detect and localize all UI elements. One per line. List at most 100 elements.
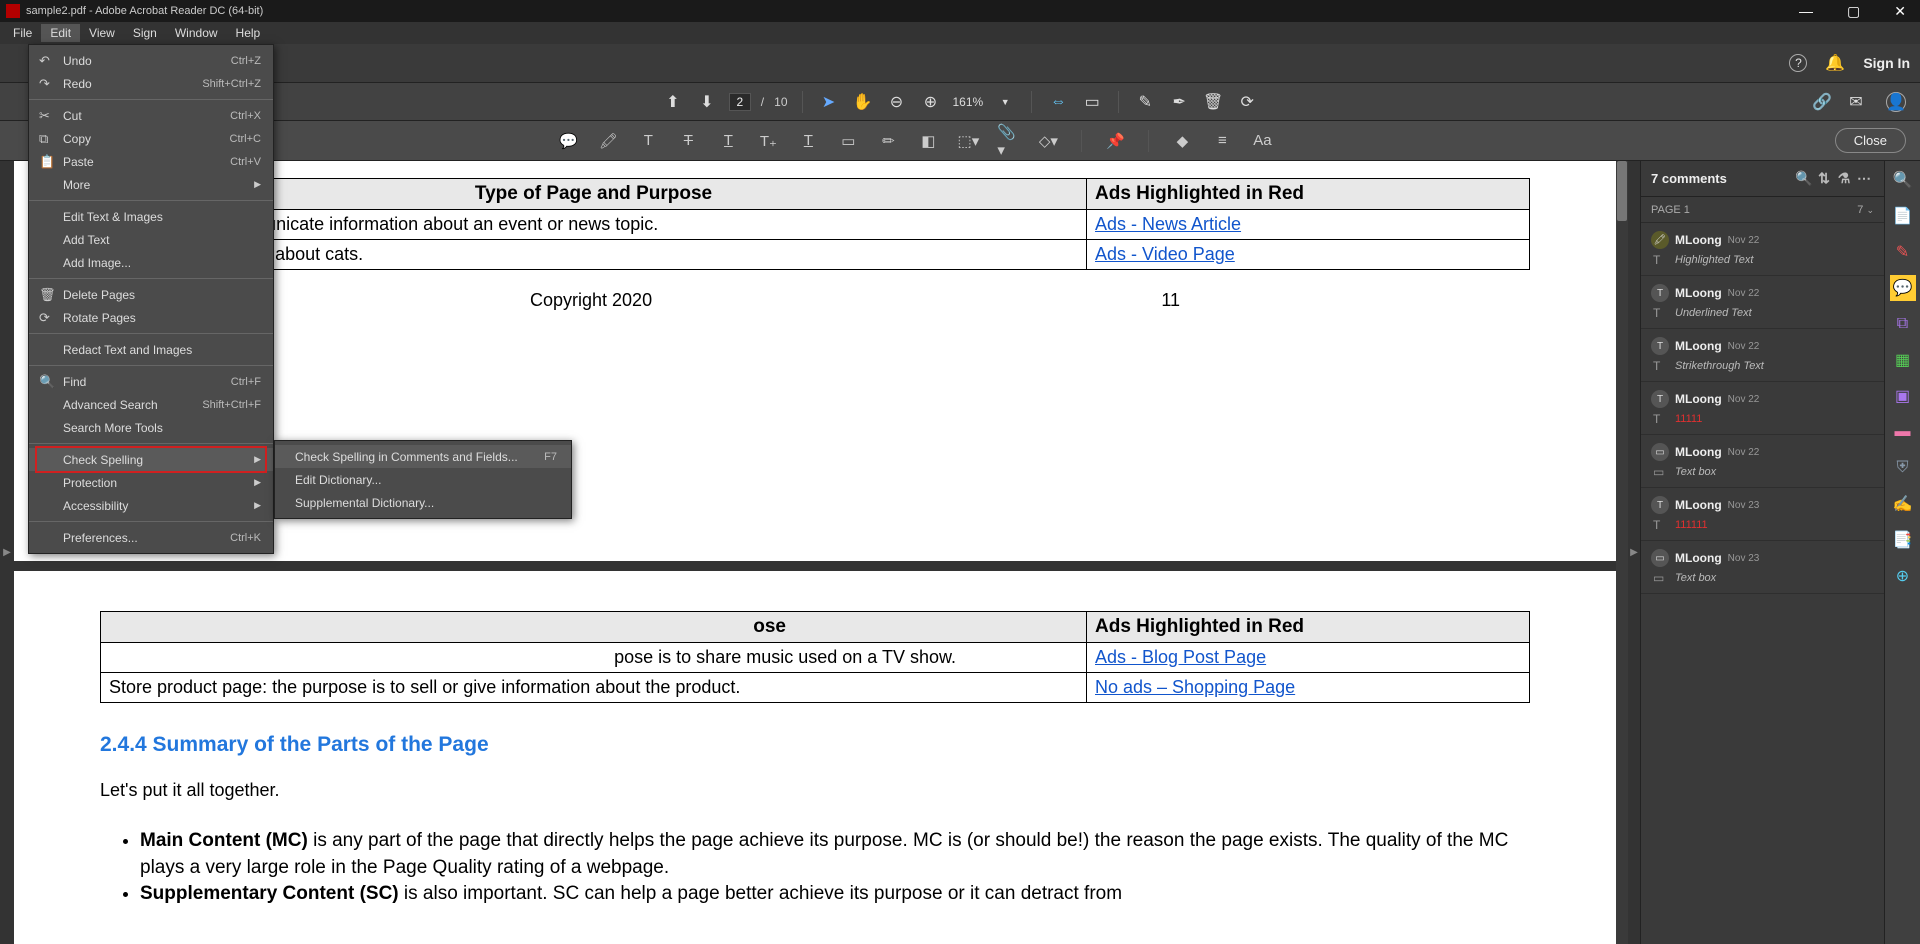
document-scrollbar[interactable]	[1616, 161, 1628, 944]
menu-edit[interactable]: Edit	[41, 24, 80, 42]
edit-menu-item-redact-text-and-images[interactable]: Redact Text and Images	[29, 338, 273, 361]
eraser-icon[interactable]: ◧	[917, 130, 939, 152]
replace-text-icon[interactable]: T₊	[757, 130, 779, 152]
strikethrough-icon[interactable]: T	[677, 130, 699, 152]
erase-icon[interactable]: ✎	[1133, 90, 1157, 114]
rail-export-icon[interactable]: 📄	[1890, 203, 1916, 229]
shapes-icon[interactable]: ◇▾	[1037, 130, 1059, 152]
bell-icon[interactable]: 🔔	[1825, 53, 1845, 73]
edit-menu-item-edit-text-images[interactable]: Edit Text & Images	[29, 205, 273, 228]
minimize-button[interactable]: —	[1791, 3, 1821, 20]
edit-menu-item-cut[interactable]: ✂CutCtrl+X	[29, 104, 273, 127]
comment-item[interactable]: ▭MLoongNov 23▭Text box	[1641, 541, 1884, 594]
edit-menu-item-paste[interactable]: 📋PasteCtrl+V	[29, 150, 273, 173]
doc-link[interactable]: Ads - News Article	[1095, 214, 1241, 234]
line-weight-icon[interactable]: ≡	[1211, 130, 1233, 152]
text-icon[interactable]: T	[637, 130, 659, 152]
comment-item[interactable]: TMLoongNov 23T111111	[1641, 488, 1884, 541]
search-comments-icon[interactable]: 🔍	[1794, 170, 1814, 187]
doc-link[interactable]: Ads - Blog Post Page	[1095, 647, 1266, 667]
menu-file[interactable]: File	[4, 24, 41, 42]
rail-comment-icon[interactable]: 💬	[1890, 275, 1916, 301]
menu-window[interactable]: Window	[166, 24, 227, 42]
rail-edit-icon[interactable]: ✎	[1890, 239, 1916, 265]
edit-menu-item-more[interactable]: More▶	[29, 173, 273, 196]
textbox-icon[interactable]: ▭	[837, 130, 859, 152]
insert-text-icon[interactable]: T̲	[717, 130, 739, 152]
stamp-icon[interactable]: ⬚▾	[957, 130, 979, 152]
menu-view[interactable]: View	[80, 24, 124, 42]
edit-menu-item-undo[interactable]: ↶UndoCtrl+Z	[29, 49, 273, 72]
submenu-item-edit-dictionary-[interactable]: Edit Dictionary...	[275, 468, 571, 491]
page-up-icon[interactable]: ⬆	[661, 90, 685, 114]
maximize-button[interactable]: ▢	[1839, 3, 1868, 20]
fill-icon[interactable]: ◆	[1171, 130, 1193, 152]
highlight-icon[interactable]: 🖍	[597, 130, 619, 152]
rail-compress-icon[interactable]: ▦	[1890, 347, 1916, 373]
comment-item[interactable]: TMLoongNov 22T11111	[1641, 382, 1884, 435]
attach-icon[interactable]: 📎▾	[997, 130, 1019, 152]
edit-menu-item-find[interactable]: 🔍FindCtrl+F	[29, 370, 273, 393]
cursor-icon[interactable]: ➤	[817, 90, 841, 114]
trash-icon[interactable]: 🗑	[1201, 90, 1225, 114]
edit-menu-item-protection[interactable]: Protection▶	[29, 471, 273, 494]
rail-organize-icon[interactable]: ⧉	[1890, 311, 1916, 337]
filter-comments-icon[interactable]: ⚗	[1834, 170, 1854, 187]
edit-menu-item-delete-pages[interactable]: 🗑Delete Pages	[29, 283, 273, 306]
pin-icon[interactable]: 📌	[1104, 130, 1126, 152]
comments-page-label[interactable]: PAGE 1 7 ⌄	[1641, 197, 1884, 223]
edit-menu-item-add-text[interactable]: Add Text	[29, 228, 273, 251]
help-icon[interactable]: ?	[1789, 54, 1807, 72]
rail-convert-icon[interactable]: 📑	[1890, 527, 1916, 553]
font-icon[interactable]: Aa	[1251, 130, 1273, 152]
comment-item[interactable]: ▭MLoongNov 22▭Text box	[1641, 435, 1884, 488]
submenu-item-supplemental-dictionary-[interactable]: Supplemental Dictionary...	[275, 491, 571, 514]
page-number-input[interactable]	[729, 93, 751, 111]
zoom-dropdown-icon[interactable]: ▼	[993, 90, 1017, 114]
doc-link[interactable]: No ads – Shopping Page	[1095, 677, 1295, 697]
menu-help[interactable]: Help	[227, 24, 270, 42]
hand-icon[interactable]: ✋	[851, 90, 875, 114]
link-icon[interactable]: 🔗	[1810, 90, 1834, 114]
avatar-icon[interactable]: 👤	[1886, 92, 1906, 112]
comment-item[interactable]: TMLoongNov 22TStrikethrough Text	[1641, 329, 1884, 382]
submenu-item-check-spelling-in-comments-and-fields-[interactable]: Check Spelling in Comments and Fields...…	[275, 445, 571, 468]
close-button[interactable]: Close	[1835, 128, 1906, 153]
sort-comments-icon[interactable]: ⇅	[1814, 170, 1834, 187]
signin-button[interactable]: Sign In	[1863, 55, 1910, 71]
pencil-icon[interactable]: ✏	[877, 130, 899, 152]
zoom-value[interactable]: 161%	[953, 95, 984, 109]
doc-link[interactable]: Ads - Video Page	[1095, 244, 1235, 264]
menu-sign[interactable]: Sign	[124, 24, 166, 42]
page-down-icon[interactable]: ⬇	[695, 90, 719, 114]
comment-icon[interactable]: 💬	[557, 130, 579, 152]
comment-item[interactable]: TMLoongNov 22TUnderlined Text	[1641, 276, 1884, 329]
rail-fill-icon[interactable]: ✍	[1890, 491, 1916, 517]
comment-item[interactable]: 🖍MLoongNov 22THighlighted Text	[1641, 223, 1884, 276]
zoom-out-icon[interactable]: ⊖	[885, 90, 909, 114]
zoom-in-icon[interactable]: ⊕	[919, 90, 943, 114]
edit-menu-item-advanced-search[interactable]: Advanced SearchShift+Ctrl+F	[29, 393, 273, 416]
rail-search-icon[interactable]: 🔍	[1890, 167, 1916, 193]
fit-width-icon[interactable]: ⇔	[1046, 90, 1070, 114]
fit-page-icon[interactable]: ▭	[1080, 90, 1104, 114]
more-comments-icon[interactable]: ⋯	[1854, 170, 1874, 187]
edit-menu-item-accessibility[interactable]: Accessibility▶	[29, 494, 273, 517]
edit-menu-item-preferences-[interactable]: Preferences...Ctrl+K	[29, 526, 273, 549]
rail-redact-icon[interactable]: ▬	[1890, 419, 1916, 445]
rail-more-icon[interactable]: ⊕	[1890, 563, 1916, 589]
edit-menu-item-check-spelling[interactable]: Check Spelling▶	[29, 448, 273, 471]
close-window-button[interactable]: ✕	[1886, 3, 1914, 20]
sign-icon[interactable]: ✒	[1167, 90, 1191, 114]
mail-icon[interactable]: ✉	[1844, 90, 1868, 114]
expand-left-icon[interactable]: ▶	[3, 547, 11, 558]
edit-menu-item-rotate-pages[interactable]: ⟳Rotate Pages	[29, 306, 273, 329]
rail-combine-icon[interactable]: ▣	[1890, 383, 1916, 409]
underline-icon[interactable]: T	[797, 130, 819, 152]
refresh-icon[interactable]: ⟳	[1235, 90, 1259, 114]
right-panel-toggle[interactable]: ▶	[1628, 161, 1640, 944]
edit-menu-item-search-more-tools[interactable]: Search More Tools	[29, 416, 273, 439]
edit-menu-item-redo[interactable]: ↷RedoShift+Ctrl+Z	[29, 72, 273, 95]
edit-menu-item-add-image-[interactable]: Add Image...	[29, 251, 273, 274]
scrollbar-thumb[interactable]	[1617, 161, 1627, 221]
